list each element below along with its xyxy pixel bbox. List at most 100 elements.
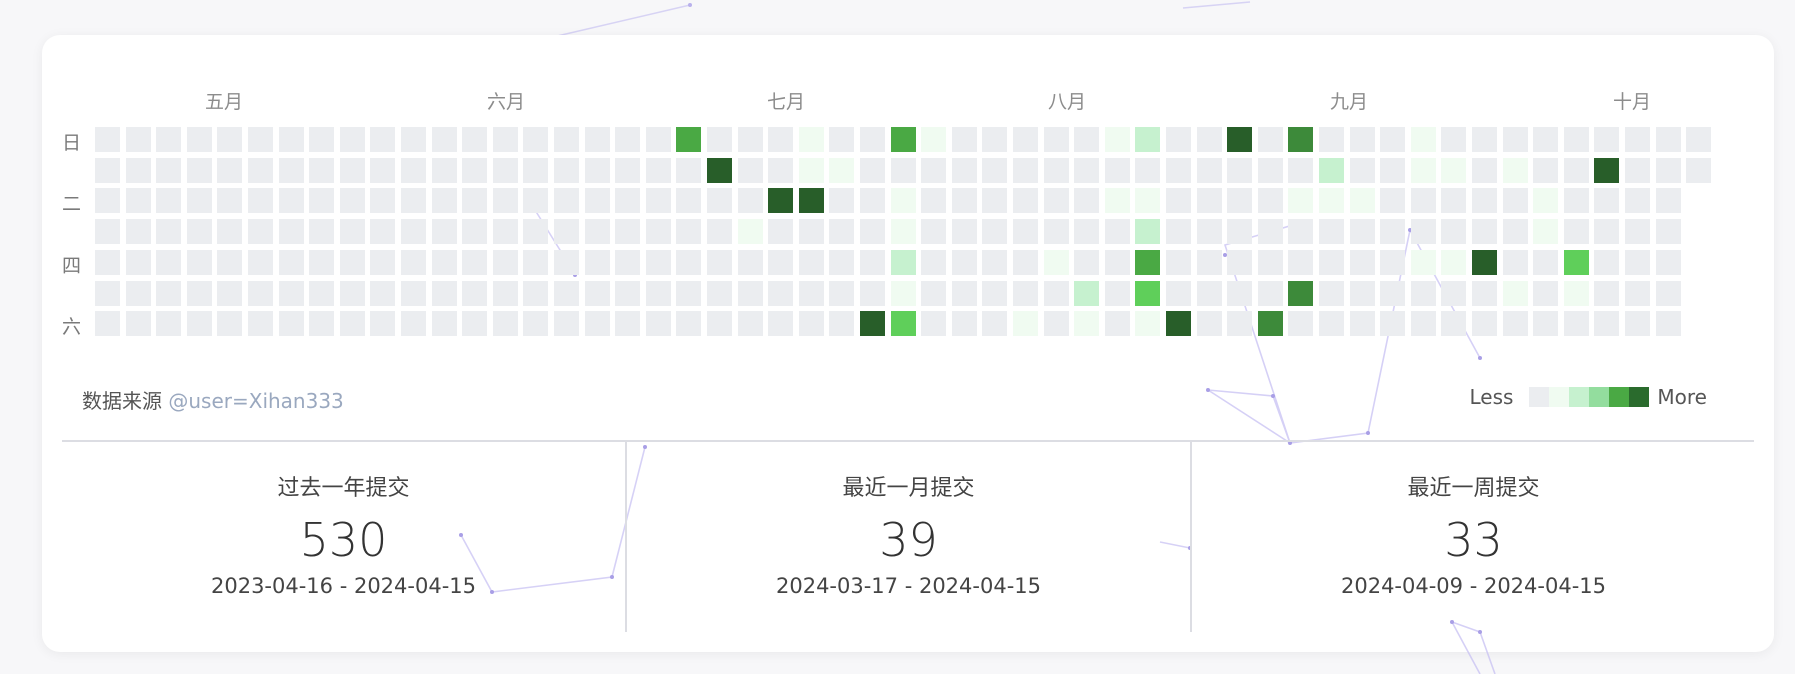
- heatmap-cell[interactable]: [492, 280, 518, 306]
- heatmap-cell[interactable]: [951, 249, 977, 275]
- heatmap-cell[interactable]: [921, 127, 947, 152]
- heatmap-cell[interactable]: [95, 219, 120, 245]
- heatmap-cell[interactable]: [737, 249, 763, 275]
- heatmap-cell[interactable]: [523, 249, 549, 275]
- heatmap-cell[interactable]: [1533, 311, 1559, 337]
- heatmap-cell[interactable]: [1166, 219, 1191, 245]
- heatmap-cell[interactable]: [492, 219, 518, 245]
- heatmap-cell[interactable]: [401, 157, 426, 183]
- heatmap-cell[interactable]: [1625, 280, 1650, 306]
- heatmap-cell[interactable]: [1441, 249, 1467, 275]
- heatmap-cell[interactable]: [1502, 249, 1528, 275]
- heatmap-cell[interactable]: [1625, 127, 1650, 152]
- heatmap-cell[interactable]: [401, 219, 426, 245]
- heatmap-cell[interactable]: [462, 280, 488, 306]
- heatmap-cell[interactable]: [676, 249, 702, 275]
- heatmap-cell[interactable]: [1502, 219, 1528, 245]
- heatmap-cell[interactable]: [1227, 249, 1253, 275]
- heatmap-cell[interactable]: [676, 311, 702, 337]
- heatmap-cell[interactable]: [1135, 311, 1161, 337]
- heatmap-cell[interactable]: [1594, 188, 1620, 214]
- heatmap-cell[interactable]: [339, 157, 365, 183]
- heatmap-cell[interactable]: [554, 311, 579, 337]
- heatmap-cell[interactable]: [1013, 157, 1038, 183]
- heatmap-cell[interactable]: [125, 219, 151, 245]
- heatmap-cell[interactable]: [1410, 311, 1436, 337]
- heatmap-cell[interactable]: [1319, 280, 1344, 306]
- heatmap-cell[interactable]: [1196, 188, 1222, 214]
- heatmap-cell[interactable]: [1563, 127, 1589, 152]
- heatmap-cell[interactable]: [1074, 188, 1100, 214]
- heatmap-cell[interactable]: [217, 249, 243, 275]
- heatmap-cell[interactable]: [798, 188, 824, 214]
- heatmap-cell[interactable]: [584, 188, 610, 214]
- heatmap-cell[interactable]: [523, 188, 549, 214]
- heatmap-cell[interactable]: [125, 127, 151, 152]
- heatmap-cell[interactable]: [186, 311, 212, 337]
- heatmap-cell[interactable]: [645, 249, 671, 275]
- heatmap-cell[interactable]: [707, 249, 732, 275]
- heatmap-cell[interactable]: [1533, 219, 1559, 245]
- heatmap-cell[interactable]: [1472, 157, 1497, 183]
- heatmap-cell[interactable]: [248, 157, 273, 183]
- heatmap-cell[interactable]: [1502, 157, 1528, 183]
- heatmap-cell[interactable]: [1533, 188, 1559, 214]
- heatmap-cell[interactable]: [217, 311, 243, 337]
- heatmap-cell[interactable]: [676, 127, 702, 152]
- heatmap-cell[interactable]: [890, 219, 916, 245]
- heatmap-cell[interactable]: [737, 157, 763, 183]
- heatmap-cell[interactable]: [278, 311, 304, 337]
- heatmap-cell[interactable]: [1104, 311, 1130, 337]
- heatmap-cell[interactable]: [492, 127, 518, 152]
- heatmap-cell[interactable]: [156, 219, 182, 245]
- heatmap-cell[interactable]: [584, 219, 610, 245]
- heatmap-cell[interactable]: [462, 157, 488, 183]
- heatmap-cell[interactable]: [248, 188, 273, 214]
- heatmap-cell[interactable]: [1257, 219, 1283, 245]
- heatmap-cell[interactable]: [1472, 219, 1497, 245]
- heatmap-cell[interactable]: [339, 219, 365, 245]
- heatmap-cell[interactable]: [1135, 280, 1161, 306]
- heatmap-cell[interactable]: [798, 157, 824, 183]
- heatmap-cell[interactable]: [768, 188, 794, 214]
- heatmap-cell[interactable]: [95, 280, 120, 306]
- heatmap-cell[interactable]: [982, 311, 1008, 337]
- heatmap-cell[interactable]: [492, 188, 518, 214]
- heatmap-cell[interactable]: [829, 219, 855, 245]
- heatmap-cell[interactable]: [982, 249, 1008, 275]
- heatmap-cell[interactable]: [278, 280, 304, 306]
- heatmap-cell[interactable]: [1655, 311, 1681, 337]
- heatmap-cell[interactable]: [676, 188, 702, 214]
- heatmap-cell[interactable]: [1227, 280, 1253, 306]
- heatmap-cell[interactable]: [1104, 188, 1130, 214]
- heatmap-cell[interactable]: [1410, 127, 1436, 152]
- heatmap-cell[interactable]: [1288, 188, 1314, 214]
- heatmap-cell[interactable]: [615, 188, 641, 214]
- heatmap-cell[interactable]: [982, 280, 1008, 306]
- heatmap-cell[interactable]: [156, 127, 182, 152]
- heatmap-cell[interactable]: [1074, 219, 1100, 245]
- heatmap-cell[interactable]: [431, 157, 457, 183]
- heatmap-cell[interactable]: [1625, 188, 1650, 214]
- heatmap-cell[interactable]: [217, 280, 243, 306]
- heatmap-cell[interactable]: [1441, 311, 1467, 337]
- heatmap-cell[interactable]: [829, 249, 855, 275]
- heatmap-cell[interactable]: [890, 280, 916, 306]
- heatmap-cell[interactable]: [1502, 311, 1528, 337]
- heatmap-cell[interactable]: [370, 188, 396, 214]
- heatmap-cell[interactable]: [217, 219, 243, 245]
- heatmap-cell[interactable]: [1533, 249, 1559, 275]
- heatmap-cell[interactable]: [737, 311, 763, 337]
- heatmap-cell[interactable]: [1288, 127, 1314, 152]
- heatmap-cell[interactable]: [1441, 157, 1467, 183]
- heatmap-cell[interactable]: [309, 127, 335, 152]
- heatmap-cell[interactable]: [1349, 280, 1375, 306]
- heatmap-cell[interactable]: [921, 219, 947, 245]
- heatmap-cell[interactable]: [1410, 188, 1436, 214]
- heatmap-cell[interactable]: [584, 157, 610, 183]
- heatmap-cell[interactable]: [1380, 188, 1406, 214]
- heatmap-cell[interactable]: [1410, 219, 1436, 245]
- heatmap-cell[interactable]: [1380, 280, 1406, 306]
- heatmap-cell[interactable]: [278, 219, 304, 245]
- heatmap-cell[interactable]: [1533, 157, 1559, 183]
